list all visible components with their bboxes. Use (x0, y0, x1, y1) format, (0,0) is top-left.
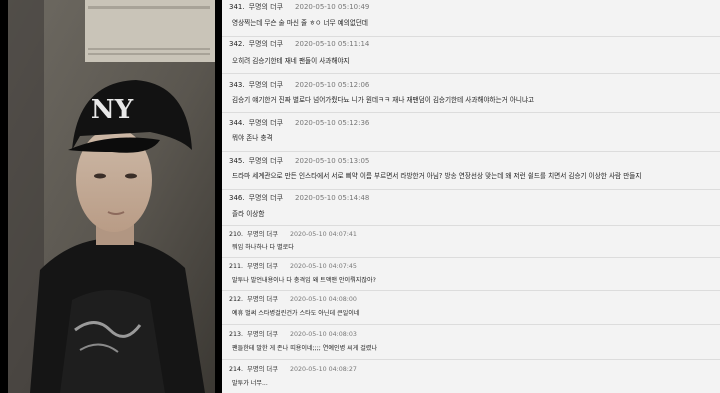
comment-text: 김승기 얘기한거 진짜 별로다 넘어가줬다뇨 니가 뭔데ㅋㅋ 재나 재팬덤이 김… (232, 96, 535, 104)
comment-text: 팬들한테 말한 게 존나 띠용이네;;;; 연예인병 씨게 걸렸나 (232, 345, 378, 352)
author-link[interactable]: 무명의 더쿠 (247, 296, 278, 303)
author-link[interactable]: 무명의 더쿠 (249, 119, 283, 127)
author-link[interactable]: 무명의 더쿠 (249, 157, 283, 165)
author-link[interactable]: 무명의 더쿠 (249, 81, 283, 89)
comment-item: 211. 무명의 더쿠 2020-05-10 04:07:45 말투나 발언내용이나… (222, 258, 720, 291)
comment-meta: 212. 무명의 더쿠 2020-05-10 04:08:00 (229, 296, 357, 303)
comment-item: 213. 무명의 더쿠 2020-05-10 04:08:03 팬들한테 말한 게 … (222, 325, 720, 360)
video-frame: NY (0, 0, 222, 393)
comment-item: 212. 무명의 더쿠 2020-05-10 04:08:00 예휴 벌써 스타병걸… (222, 291, 720, 325)
comment-text: 오히려 김승기한테 재네 팬들이 사과해야지 (232, 57, 350, 65)
comment-item: 346. 무명의 더쿠 2020-05-10 05:14:48 졸라 이상함 (222, 190, 720, 226)
comment-item: 345. 무명의 더쿠 2020-05-10 05:13:05 드라마 세계관으로 … (222, 152, 720, 190)
comment-meta: 211. 무명의 더쿠 2020-05-10 04:07:45 (229, 263, 357, 270)
comment-item: 343. 무명의 더쿠 2020-05-10 05:12:06 김승기 얘기한거 진… (222, 74, 720, 113)
comment-meta: 210. 무명의 더쿠 2020-05-10 04:07:41 (229, 231, 357, 238)
comment-meta: 214. 무명의 더쿠 2020-05-10 04:08:27 (229, 366, 357, 373)
author-link[interactable]: 무명의 더쿠 (247, 263, 278, 270)
comment-meta: 342. 무명의 더쿠 2020-05-10 05:11:14 (229, 40, 370, 48)
comment-item: 341. 무명의 더쿠 2020-05-10 05:10:49 영상찍는데 무슨 술… (222, 0, 720, 37)
comment-item: 214. 무명의 더쿠 2020-05-10 04:08:27 말투가 너무... (222, 360, 720, 393)
comment-text: 졸라 이상함 (232, 210, 265, 218)
author-link[interactable]: 무명의 더쿠 (249, 194, 283, 202)
author-link[interactable]: 무명의 더쿠 (247, 331, 278, 338)
comment-text: 말투가 너무... (232, 380, 268, 387)
comment-board: 341. 무명의 더쿠 2020-05-10 05:10:49 영상찍는데 무슨 술… (222, 0, 720, 393)
author-link[interactable]: 무명의 더쿠 (247, 366, 278, 373)
comment-meta: 344. 무명의 더쿠 2020-05-10 05:12:36 (229, 119, 370, 127)
comment-item: 210. 무명의 더쿠 2020-05-10 04:07:41 뭐임 하나하나 다 … (222, 226, 720, 258)
comment-item: 342. 무명의 더쿠 2020-05-10 05:11:14 오히려 김승기한테 … (222, 37, 720, 74)
comment-meta: 345. 무명의 더쿠 2020-05-10 05:13:05 (229, 157, 370, 165)
comment-meta: 213. 무명의 더쿠 2020-05-10 04:08:03 (229, 331, 357, 338)
comment-item: 344. 무명의 더쿠 2020-05-10 05:12:36 뭐야 존나 충격 (222, 113, 720, 152)
comment-text: 뭐야 존나 충격 (232, 134, 273, 142)
comment-meta: 341. 무명의 더쿠 2020-05-10 05:10:49 (229, 3, 370, 11)
comment-text: 드라마 세계관으로 만든 인스타에서 서로 삐약 이름 부르면서 라방한거 아님… (232, 172, 642, 180)
comment-text: 예휴 벌써 스타병걸린건가 스타도 아닌데 큰일이네 (232, 310, 360, 317)
comment-meta: 346. 무명의 더쿠 2020-05-10 05:14:48 (229, 194, 370, 202)
comment-text: 말투나 발언내용이나 다 충격임 왜 트액맨 안이뤄지잖아? (232, 277, 376, 284)
comment-text: 뭐임 하나하나 다 별로다 (232, 244, 294, 251)
author-link[interactable]: 무명의 더쿠 (249, 3, 283, 11)
author-link[interactable]: 무명의 더쿠 (247, 231, 278, 238)
svg-text:NY: NY (91, 95, 134, 125)
author-link[interactable]: 무명의 더쿠 (249, 40, 283, 48)
person-in-cap-icon: NY (0, 0, 222, 393)
comment-meta: 343. 무명의 더쿠 2020-05-10 05:12:06 (229, 81, 370, 89)
comment-text: 영상찍는데 무슨 술 마신 줄 ㅎㅇ 너무 예의없던데 (232, 19, 368, 27)
